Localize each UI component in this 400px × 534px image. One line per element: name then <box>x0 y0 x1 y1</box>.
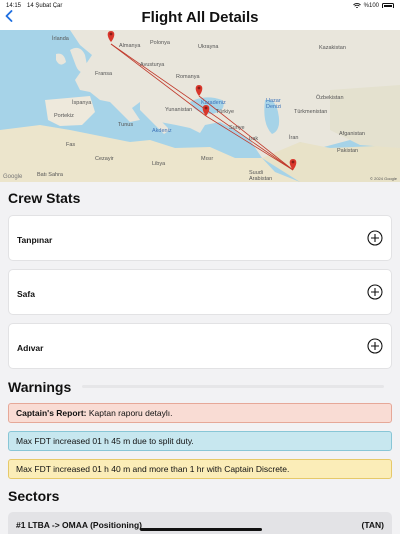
map-label: Afganistan <box>339 131 365 137</box>
map-label: Kazakistan <box>319 45 346 51</box>
map-label: Fransa <box>95 71 113 77</box>
map-copyright: © 2024 Google <box>370 176 397 181</box>
map-label: İrlanda <box>52 36 69 42</box>
warning-banner: Captain's Report: Kaptan raporu detaylı. <box>8 403 392 423</box>
map-label: Tunus <box>118 122 134 128</box>
page-title: Flight All Details <box>141 9 259 26</box>
sector-crew-code: (TAN) <box>361 520 385 530</box>
map-label: Özbekistan <box>316 95 344 101</box>
map-label: Libya <box>152 161 166 167</box>
map-label: İspanya <box>72 100 92 106</box>
map-background <box>0 30 400 182</box>
warning-banner: Max FDT increased 01 h 40 m and more tha… <box>8 459 392 479</box>
map-label: Batı Sahra <box>37 172 63 178</box>
warning-label: Captain's Report: <box>16 408 87 418</box>
home-indicator[interactable] <box>140 528 262 531</box>
map-label: Almanya <box>119 43 141 49</box>
map-label: Cezayir <box>95 156 114 162</box>
warning-text: Max FDT increased 01 h 45 m due to split… <box>16 436 194 446</box>
map-label: Polonya <box>150 40 170 46</box>
section-divider <box>82 385 384 388</box>
map-label: Hazar Denizi <box>266 98 282 110</box>
map-label: Mısır <box>201 156 214 162</box>
crew-name: Adıvar <box>17 343 44 353</box>
sector-route: #1 LTBA -> OMAA (Positioning) <box>16 520 142 530</box>
route-map[interactable]: İrlanda Almanya Polonya Ukrayna Kazakist… <box>0 30 400 182</box>
plus-circle-icon[interactable] <box>367 230 383 246</box>
map-label: Avusturya <box>140 62 165 68</box>
map-label: Karadeniz <box>201 100 226 106</box>
crew-stats-title: Crew Stats <box>8 190 81 206</box>
warning-text: Max FDT increased 01 h 40 m and more tha… <box>16 464 290 474</box>
crew-card[interactable]: Tanpınar <box>8 215 392 261</box>
map-label: Akdeniz <box>152 128 172 134</box>
warnings-title: Warnings <box>8 379 72 395</box>
map-label: Suudi Arabistan <box>249 170 273 182</box>
crew-card[interactable]: Safa <box>8 269 392 315</box>
crew-name: Safa <box>17 289 35 299</box>
crew-card[interactable]: Adıvar <box>8 323 392 369</box>
map-label: Türkiye <box>216 109 235 115</box>
map-label: Romanya <box>176 74 200 80</box>
map-label: Pakistan <box>337 148 359 154</box>
map-label: Suriye <box>229 125 245 131</box>
plus-circle-icon[interactable] <box>367 284 383 300</box>
crew-name: Tanpınar <box>17 235 53 245</box>
map-label: Fas <box>66 142 76 148</box>
warning-banner: Max FDT increased 01 h 45 m due to split… <box>8 431 392 451</box>
warning-text: Kaptan raporu detaylı. <box>86 408 173 418</box>
google-logo: Google <box>3 174 23 180</box>
map-label: Irak <box>249 136 259 142</box>
map-label: İran <box>289 135 299 141</box>
map-label: Portekiz <box>54 113 74 119</box>
map-label: Türkmenistan <box>294 109 328 115</box>
sectors-title: Sectors <box>8 488 60 504</box>
navigation-bar: Flight All Details <box>0 8 400 30</box>
plus-circle-icon[interactable] <box>367 338 383 354</box>
map-label: Ukrayna <box>198 44 219 50</box>
map-label: Yunanistan <box>165 107 193 113</box>
